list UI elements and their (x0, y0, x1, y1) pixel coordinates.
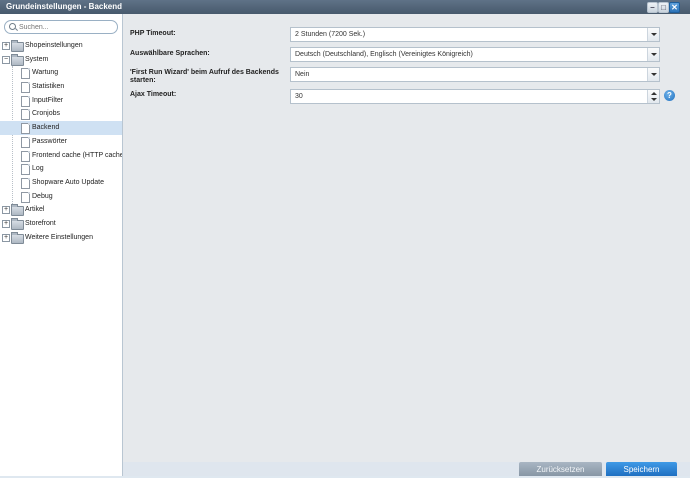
document-icon (21, 68, 30, 80)
search-box[interactable] (4, 20, 118, 34)
first-run-value: Nein (295, 71, 310, 78)
settings-sidebar: + Shopeinstellungen − System Wartung Sta… (0, 14, 123, 476)
help-icon[interactable]: ? (664, 90, 675, 101)
document-icon (21, 150, 30, 162)
tree-node-statistiken[interactable]: Statistiken (0, 80, 122, 94)
folder-icon (11, 217, 24, 230)
close-icon: ✕ (671, 3, 678, 12)
close-button[interactable]: ✕ (669, 2, 680, 13)
languages-label: Auswählbare Sprachen: (130, 50, 210, 57)
maximize-button[interactable]: □ (658, 2, 669, 13)
tree-node-label: Weitere Einstellungen (25, 233, 93, 241)
number-spinner[interactable] (647, 90, 659, 103)
tree-node-label: Shopeinstellungen (25, 42, 83, 49)
tree-node-artikel[interactable]: + Artikel (0, 203, 122, 217)
tree-node-wartung[interactable]: Wartung (0, 66, 122, 80)
tree-node-shopeinstellungen[interactable]: + Shopeinstellungen (0, 39, 122, 53)
window-title: Grundeinstellungen - Backend (6, 2, 123, 11)
settings-tree: + Shopeinstellungen − System Wartung Sta… (0, 39, 122, 244)
tree-node-label: Artikel (25, 206, 45, 214)
ajax-timeout-input[interactable]: 30 (290, 89, 660, 104)
minimize-icon: – (650, 3, 655, 12)
languages-select[interactable]: Deutsch (Deutschland), Englisch (Vereini… (290, 47, 660, 62)
settings-form-panel: PHP Timeout: 2 Stunden (7200 Sek.) Auswä… (123, 14, 690, 462)
search-icon (9, 23, 16, 30)
document-icon (21, 123, 30, 135)
tree-node-auto-update[interactable]: Shopware Auto Update (0, 176, 122, 190)
first-run-select[interactable]: Nein (290, 67, 660, 82)
languages-value: Deutsch (Deutschland), Englisch (Vereini… (295, 51, 473, 58)
tree-node-inputfilter[interactable]: InputFilter (0, 94, 122, 108)
document-icon (21, 136, 30, 148)
folder-icon (11, 53, 24, 66)
document-icon (21, 164, 30, 176)
document-icon (21, 82, 30, 94)
first-run-label-line1: 'First Run Wizard' beim Aufruf des Backe… (130, 69, 279, 76)
document-icon (21, 191, 30, 203)
tree-node-storefront[interactable]: + Storefront (0, 217, 122, 231)
minimize-button[interactable]: – (647, 2, 658, 13)
tree-node-cronjobs[interactable]: Cronjobs (0, 107, 122, 121)
tree-node-passwoerter[interactable]: Passwörter (0, 135, 122, 149)
tree-node-label: Log (32, 165, 44, 173)
tree-node-system[interactable]: − System (0, 53, 122, 67)
chevron-down-icon[interactable] (647, 68, 659, 81)
expand-toggle[interactable]: + (2, 42, 10, 50)
save-button[interactable]: Speichern (606, 462, 677, 476)
search-input[interactable] (19, 21, 113, 33)
tree-node-debug[interactable]: Debug (0, 190, 122, 204)
expand-toggle[interactable]: + (2, 233, 10, 242)
tree-node-label: Wartung (32, 69, 59, 77)
reset-button[interactable]: Zurücksetzen (519, 462, 602, 476)
ajax-timeout-label: Ajax Timeout: (130, 91, 177, 98)
folder-icon (11, 204, 24, 217)
first-run-label: 'First Run Wizard' beim Aufruf des Backe… (130, 69, 290, 85)
tree-node-frontend-cache[interactable]: Frontend cache (HTTP cache) (0, 149, 122, 163)
folder-icon (11, 40, 24, 52)
document-icon (21, 177, 30, 189)
title-bar[interactable]: Grundeinstellungen - Backend – □ ✕ (0, 0, 690, 14)
tree-node-weitere-einstellungen[interactable]: + Weitere Einstellungen (0, 231, 122, 245)
collapse-toggle[interactable]: − (2, 55, 10, 64)
spin-down-icon[interactable] (651, 98, 657, 101)
tree-node-label: Frontend cache (HTTP cache) (32, 151, 122, 159)
spin-up-icon[interactable] (651, 92, 657, 95)
first-run-label-line2: starten: (130, 77, 156, 84)
tree-node-label: Passwörter (32, 137, 68, 145)
tree-node-label: System (25, 55, 49, 63)
tree-node-label: Debug (32, 192, 53, 200)
tree-node-label: Shopware Auto Update (32, 178, 104, 186)
tree-node-label: Backend (32, 124, 60, 132)
tree-node-label: Storefront (25, 219, 56, 227)
tree-node-label: Cronjobs (32, 110, 61, 118)
expand-toggle[interactable]: + (2, 206, 10, 215)
chevron-down-icon[interactable] (647, 48, 659, 61)
document-icon (21, 109, 30, 121)
tree-node-log[interactable]: Log (0, 162, 122, 176)
expand-toggle[interactable]: + (2, 219, 10, 228)
php-timeout-value: 2 Stunden (7200 Sek.) (295, 31, 366, 38)
tree-node-label: Statistiken (32, 83, 65, 91)
php-timeout-label: PHP Timeout: (130, 30, 176, 37)
settings-window: Grundeinstellungen - Backend – □ ✕ + Sho… (0, 0, 690, 476)
folder-icon (11, 231, 24, 244)
tree-node-backend[interactable]: Backend (0, 121, 122, 135)
maximize-icon: □ (661, 3, 666, 12)
form-footer: Zurücksetzen Speichern (123, 462, 690, 476)
tree-node-label: InputFilter (32, 96, 64, 104)
document-icon (21, 95, 30, 107)
chevron-down-icon[interactable] (647, 28, 659, 41)
php-timeout-select[interactable]: 2 Stunden (7200 Sek.) (290, 27, 660, 42)
ajax-timeout-value: 30 (295, 93, 303, 100)
